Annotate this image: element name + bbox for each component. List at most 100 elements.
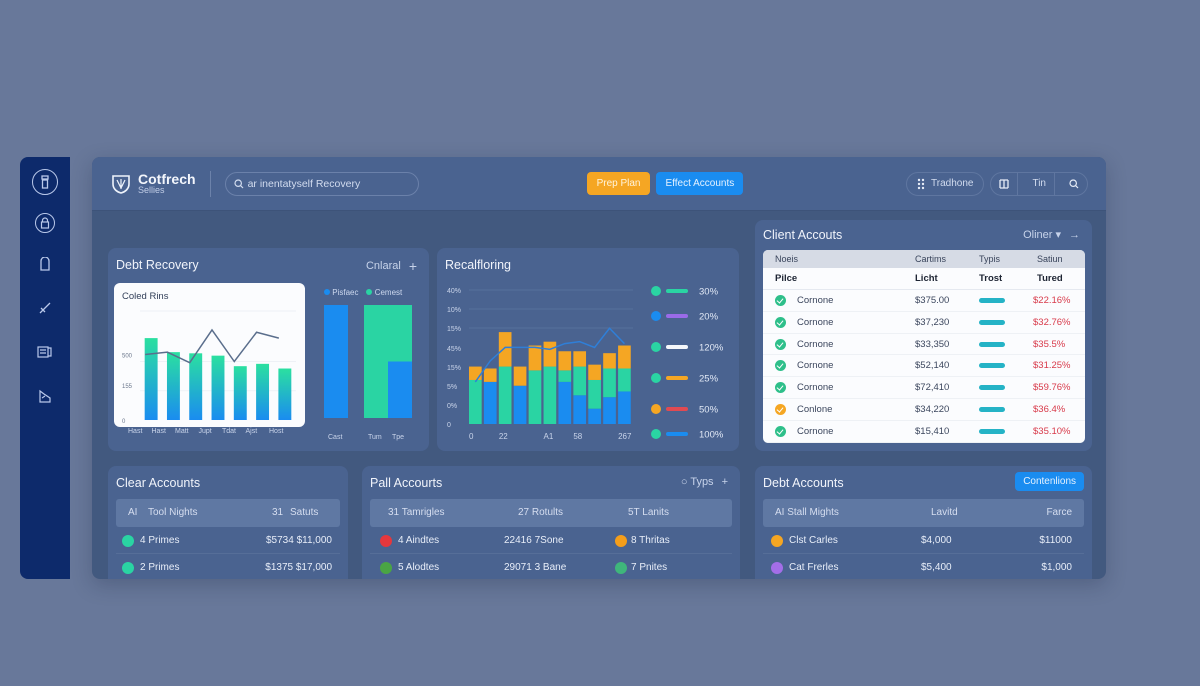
view-toggle[interactable]: Tin (1024, 172, 1055, 195)
account-name: Cornone (797, 382, 834, 394)
stacked-bar-segment (618, 345, 631, 369)
stacked-chart: Cast Tum Tpe (324, 305, 412, 441)
table-row[interactable]: Clst Carles $4,000 $11000 (763, 528, 1084, 554)
lock-icon[interactable] (35, 213, 55, 233)
stacked-bar-segment (388, 305, 412, 362)
account-amount: $37,230 (915, 316, 950, 328)
table-row[interactable]: Cornone $72,410 $59.76% (763, 377, 1085, 399)
plus-icon[interactable]: + (409, 258, 417, 274)
plus-icon[interactable]: + (722, 476, 728, 488)
type-bar (979, 406, 1005, 412)
columns-button[interactable] (991, 172, 1019, 195)
table-header: Noeis Cartims Typis Satiun (763, 250, 1085, 268)
table-row[interactable]: Cornone $52,140 $31.25% (763, 355, 1085, 378)
bar (211, 355, 225, 420)
account-amount: $72,410 (915, 382, 950, 394)
x-tick-label: 58 (573, 432, 582, 441)
x-tick-label: Hast (128, 428, 143, 435)
legend-label: 20% (699, 312, 719, 323)
legend-dot (651, 429, 661, 439)
table-row[interactable]: Conlone $34,220 $36.4% (763, 399, 1085, 421)
table-row[interactable]: 2 Primes $1375 $17,000 (116, 555, 340, 579)
x-tick-label: A1 (544, 432, 554, 441)
legend-item: Cemest (366, 288, 402, 297)
stacked-bar-segment (528, 345, 542, 371)
table-row[interactable]: Cornone $33,350 $35.5% (763, 334, 1085, 356)
stacked-bar-segment (558, 351, 572, 371)
table-row[interactable]: Cat Frerles $5,400 $1,000 (763, 555, 1084, 579)
y-tick-label: 0% (447, 403, 457, 410)
top-bar: Cotfrech Sellies ar inentatyself Recover… (92, 157, 1106, 211)
legend-dot (651, 373, 661, 383)
document-icon[interactable] (32, 251, 58, 277)
status-icon (615, 535, 627, 547)
stacked-bar-segment (498, 332, 512, 367)
stacked-bar-segment (469, 366, 482, 380)
account-amount: $33,350 (915, 338, 950, 350)
chart-folder-icon[interactable] (32, 383, 58, 409)
brand[interactable]: Cotfrech Sellies (110, 172, 196, 195)
clear-accounts-card: Clear Accounts AI Tool Nights 31 Satuts … (108, 466, 348, 579)
card-action-link[interactable]: Cnlaral (366, 260, 401, 272)
debt-recovery-card: Debt Recovery Cnlaral + Coled Rins 0 155 5… (108, 248, 429, 451)
x-tick-label: Matt (175, 428, 189, 435)
y-tick-label: 15% (447, 365, 461, 372)
legend-swatch (666, 345, 688, 349)
toolbar-pill[interactable]: Tradhone (906, 171, 985, 196)
card-title: Clear Accounts (116, 476, 201, 490)
coled-rins-panel: Coled Rins 0 155 500 (114, 283, 305, 427)
brand-subtitle: Sellies (138, 185, 165, 195)
card-title: Debt Accounts (763, 476, 844, 490)
status-icon (380, 535, 392, 547)
table-row[interactable]: Cornone $375.00 $22.16% (763, 290, 1085, 312)
arrow-right-icon[interactable]: → (1069, 229, 1080, 241)
search-button[interactable] (1061, 173, 1087, 195)
account-name: Cornone (797, 425, 834, 437)
type-bar (979, 363, 1005, 369)
table-row[interactable]: Cornone $37,230 $32.76% (763, 312, 1085, 334)
x-tick-label: 0 (469, 432, 474, 441)
legend-dot (651, 311, 661, 321)
table-row[interactable]: 5 Alodtes 29071 3 Bane 7 Pnites (370, 555, 732, 579)
stacked-bar-segment (618, 368, 631, 392)
sidebar (20, 157, 70, 579)
stacked-bar-segment (603, 397, 616, 424)
stacked-bar-segment (588, 408, 601, 424)
legend-swatch (666, 407, 688, 411)
check-circle-icon (775, 360, 786, 372)
legend-swatch (666, 289, 688, 293)
x-tick-label: Cast (328, 434, 342, 441)
stacked-bar-segment (618, 391, 631, 424)
x-tick-label: 267 (618, 432, 632, 441)
account-amount: $375.00 (915, 295, 950, 306)
search-value: ar inentatyself Recovery (247, 177, 361, 190)
contentions-button[interactable]: Contenlions (1015, 472, 1084, 491)
effect-accounts-button[interactable]: Effect Accounts (656, 172, 744, 195)
check-circle-icon (775, 316, 786, 328)
table-row[interactable]: 4 Primes $5734 $11,000 (116, 528, 340, 554)
y-tick-label: 40% (447, 288, 461, 295)
legend-label: 30% (699, 287, 719, 298)
table-row[interactable]: Cornone $15,410 $35.10% (763, 421, 1085, 443)
bar (233, 366, 247, 420)
stacked-bar-segment (543, 366, 557, 424)
legend-swatch (666, 432, 688, 436)
types-filter[interactable]: ○ Typs (681, 476, 714, 488)
filter-dropdown[interactable]: Oliner ▾ (1023, 228, 1061, 241)
legend-label: 120% (699, 343, 724, 354)
legend-label: 100% (699, 430, 724, 441)
table-row[interactable]: 4 Aindtes 22416 7Sone 8 Thritas (370, 528, 732, 554)
recalfloring-card: Recalfloring 0 0% 5% 15% 45% 15% 10% 40% 0 22 A1 58… (437, 248, 739, 451)
bar (189, 353, 203, 420)
stacked-bar-segment (324, 305, 348, 418)
legend-label: 25% (699, 374, 719, 385)
cards-icon[interactable] (32, 339, 58, 365)
search-input[interactable]: ar inentatyself Recovery (224, 171, 419, 196)
satellite-icon[interactable] (32, 295, 58, 321)
lighthouse-icon[interactable] (32, 169, 58, 195)
account-percent: $35.5% (1033, 338, 1066, 350)
y-tick-label: 10% (447, 307, 461, 314)
prep-plan-button[interactable]: Prep Plan (586, 172, 651, 195)
stacked-bar-segment (513, 366, 527, 386)
card-title: Debt Recovery (116, 258, 199, 272)
